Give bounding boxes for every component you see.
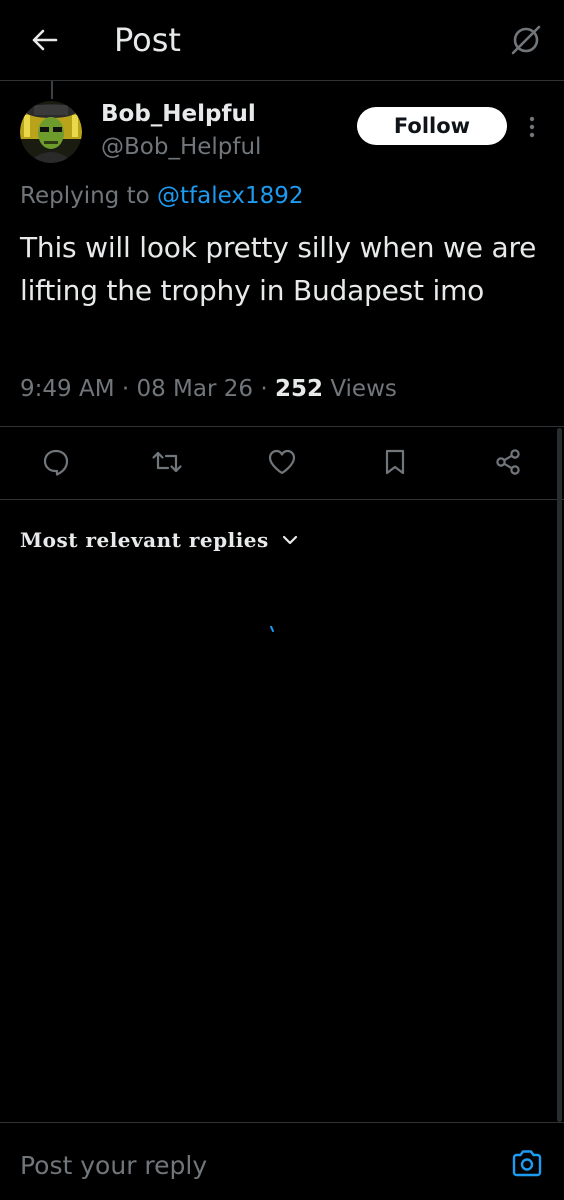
comment-icon (43, 449, 69, 476)
thread-connector-line (51, 81, 53, 99)
camera-button[interactable] (508, 1144, 546, 1182)
page-title: Post (114, 21, 181, 59)
views-label: Views (330, 376, 397, 402)
grok-icon (511, 25, 541, 55)
loading-spinner-icon (270, 626, 274, 632)
share-button[interactable] (488, 442, 528, 482)
replies-sort-label: Most relevant replies (20, 528, 269, 552)
bookmark-button[interactable] (375, 442, 415, 482)
divider (0, 426, 564, 427)
grok-button[interactable] (506, 20, 546, 60)
avatar-image (20, 101, 82, 163)
replying-to-prefix: Replying to (20, 183, 157, 209)
bookmark-icon (385, 449, 405, 475)
avatar[interactable] (20, 101, 82, 163)
top-app-bar: Post (0, 0, 564, 81)
heart-icon (268, 449, 296, 475)
camera-icon (512, 1150, 542, 1177)
post-text: This will look pretty silly when we are … (20, 231, 537, 307)
replies-sort-selector[interactable]: Most relevant replies (20, 525, 299, 555)
repost-button[interactable] (147, 442, 187, 482)
post-meta: 9:49 AM · 08 Mar 26 · 252 Views (20, 373, 397, 405)
chevron-down-icon (281, 534, 299, 546)
scrollbar[interactable] (557, 428, 562, 1122)
more-options-button[interactable] (520, 110, 544, 144)
more-vertical-icon (529, 116, 535, 138)
like-button[interactable] (262, 442, 302, 482)
replying-to: Replying to @tfalex1892 (20, 182, 303, 210)
author-name[interactable]: Bob_Helpful (101, 100, 256, 128)
back-button[interactable] (24, 20, 64, 60)
arrow-left-icon (32, 29, 58, 51)
replying-to-mention[interactable]: @tfalex1892 (157, 183, 304, 209)
meta-separator: · (253, 376, 275, 402)
reply-button[interactable] (36, 442, 76, 482)
share-icon (496, 449, 520, 475)
follow-button[interactable]: Follow (357, 107, 507, 145)
divider (0, 499, 564, 500)
reply-input[interactable] (20, 1145, 480, 1185)
meta-separator: · (114, 376, 137, 402)
author-handle[interactable]: @Bob_Helpful (101, 133, 261, 161)
post-date: 08 Mar 26 (136, 376, 254, 402)
post-time: 9:49 AM (20, 376, 115, 402)
repost-icon (152, 451, 182, 473)
views-count[interactable]: 252 (275, 376, 323, 402)
